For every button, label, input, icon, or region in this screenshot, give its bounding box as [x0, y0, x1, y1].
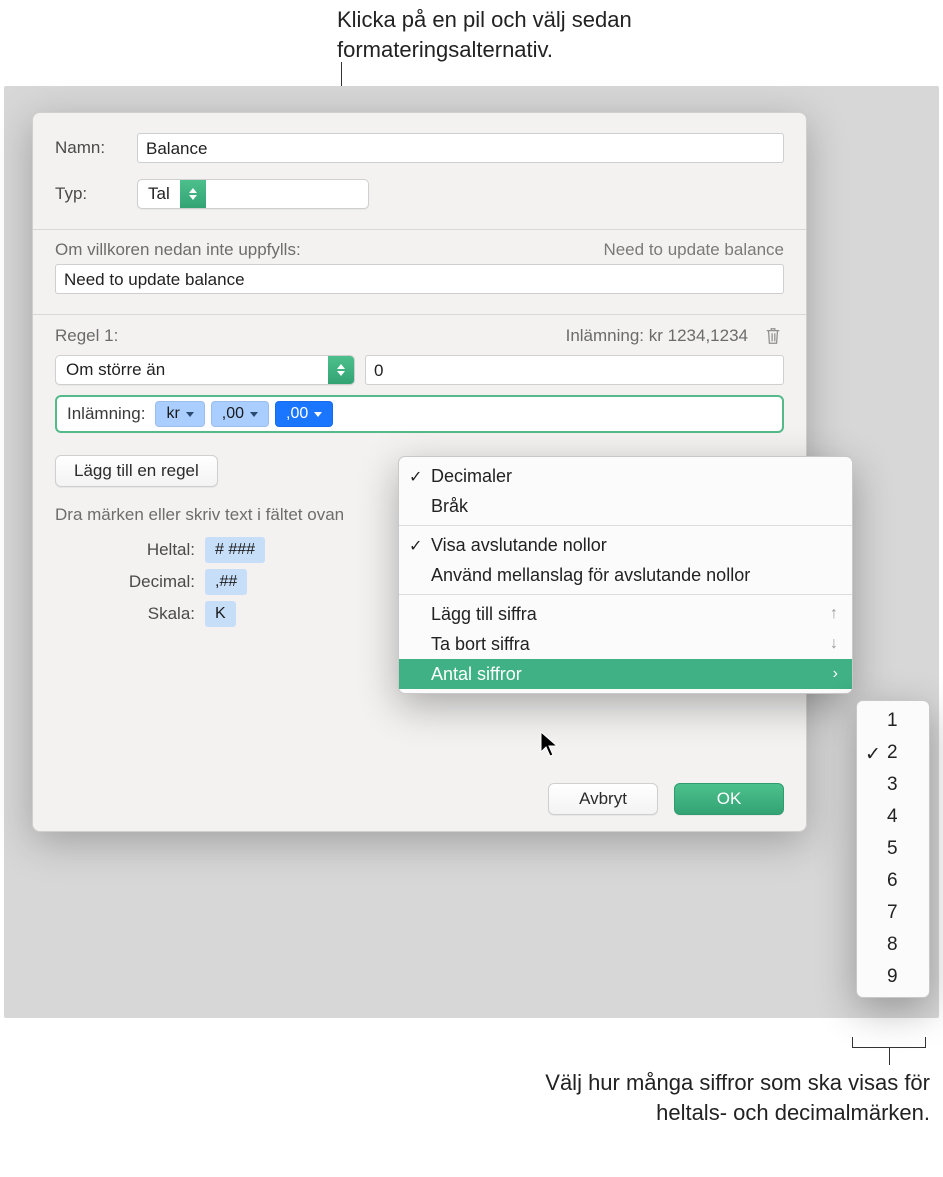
menu-item-ta-bort-siffra[interactable]: Ta bort siffra ↓ — [399, 629, 852, 659]
submenu-item-7[interactable]: 7 — [857, 897, 929, 929]
rule-operator-select[interactable]: Om större än — [55, 355, 355, 385]
check-icon: ✓ — [409, 536, 422, 556]
decimal-token[interactable]: ,00 — [211, 401, 269, 427]
check-icon: ✓ — [409, 467, 422, 487]
menu-item-label: Decimaler — [431, 466, 512, 487]
heltal-label: Heltal: — [55, 540, 195, 560]
skala-token[interactable]: K — [205, 601, 236, 627]
heltal-token[interactable]: # ### — [205, 537, 265, 563]
decimal-label: Decimal: — [55, 572, 195, 592]
submenu-item-label: 9 — [887, 966, 898, 988]
name-label: Namn: — [55, 138, 137, 158]
cancel-button[interactable]: Avbryt — [548, 783, 658, 815]
submenu-item-label: 8 — [887, 934, 898, 956]
condition-input[interactable]: Need to update balance — [55, 264, 784, 294]
name-input[interactable]: Balance — [137, 133, 784, 163]
submenu-item-3[interactable]: 3 — [857, 769, 929, 801]
format-context-menu: ✓ Decimaler Bråk ✓ Visa avslutande nollo… — [398, 456, 853, 694]
rule1-label: Regel 1: — [55, 326, 118, 346]
arrow-up-icon: ↑ — [830, 605, 838, 623]
type-label: Typ: — [55, 184, 137, 204]
type-select[interactable]: Tal — [137, 179, 369, 209]
submenu-item-8[interactable]: 8 — [857, 929, 929, 961]
row-type: Typ: Tal — [33, 173, 806, 215]
rule1-preview: Inlämning: kr 1234,1234 — [566, 326, 748, 346]
submenu-item-label: 4 — [887, 806, 898, 828]
submenu-item-label: 6 — [887, 870, 898, 892]
digit-count-submenu: 1✓23456789 — [856, 700, 930, 998]
submenu-item-6[interactable]: 6 — [857, 865, 929, 897]
arrow-down-icon: ↓ — [830, 635, 838, 653]
submenu-item-label: 5 — [887, 838, 898, 860]
menu-item-label: Visa avslutande nollor — [431, 535, 607, 556]
decimal-token-palette[interactable]: ,## — [205, 569, 247, 595]
desktop-bg: Namn: Balance Typ: Tal Om villkoren neda… — [4, 86, 939, 1018]
rule-operator-value: Om större än — [56, 356, 328, 384]
submenu-item-label: 3 — [887, 774, 898, 796]
submenu-item-5[interactable]: 5 — [857, 833, 929, 865]
menu-item-mellanslag-nollor[interactable]: Använd mellanslag för avslutande nollor — [399, 560, 852, 590]
annotation-bottom: Välj hur många siffror som ska visas för… — [530, 1068, 930, 1127]
submenu-item-9[interactable]: 9 — [857, 961, 929, 993]
menu-item-decimaler[interactable]: ✓ Decimaler — [399, 461, 852, 491]
menu-item-brak[interactable]: Bråk — [399, 491, 852, 521]
menu-item-label: Antal siffror — [431, 664, 522, 685]
decimal-token-active[interactable]: ,00 — [275, 401, 333, 427]
menu-separator — [399, 594, 852, 595]
condition-preview: Need to update balance — [603, 240, 784, 260]
condition-label: Om villkoren nedan inte uppfylls: — [55, 240, 301, 260]
currency-token[interactable]: kr — [155, 401, 204, 427]
submenu-item-label: 7 — [887, 902, 898, 924]
stepper-icon — [328, 356, 354, 384]
menu-item-label: Ta bort siffra — [431, 634, 530, 655]
annotation-top: Klicka på en pil och välj sedan formater… — [337, 5, 757, 64]
add-rule-button[interactable]: Lägg till en regel — [55, 455, 218, 487]
submenu-item-1[interactable]: 1 — [857, 705, 929, 737]
chevron-right-icon: › — [833, 665, 838, 683]
check-icon: ✓ — [865, 743, 881, 766]
menu-item-antal-siffror[interactable]: Antal siffror › — [399, 659, 852, 689]
trash-icon[interactable] — [762, 325, 784, 347]
skala-label: Skala: — [55, 604, 195, 624]
row-name: Namn: Balance — [33, 127, 806, 169]
menu-separator — [399, 525, 852, 526]
rule-value-input[interactable]: 0 — [365, 355, 784, 385]
submenu-item-4[interactable]: 4 — [857, 801, 929, 833]
menu-item-label: Lägg till siffra — [431, 604, 537, 625]
menu-item-label: Bråk — [431, 496, 468, 517]
type-select-value: Tal — [138, 180, 180, 208]
stepper-icon — [180, 180, 206, 208]
menu-item-visa-nollor[interactable]: ✓ Visa avslutande nollor — [399, 530, 852, 560]
divider — [33, 229, 806, 230]
divider — [33, 314, 806, 315]
bracket-icon — [852, 1037, 926, 1053]
ok-button[interactable]: OK — [674, 783, 784, 815]
condition-header: Om villkoren nedan inte uppfylls: Need t… — [33, 240, 806, 260]
submenu-item-label: 2 — [887, 742, 898, 764]
menu-item-lagg-till-siffra[interactable]: Lägg till siffra ↑ — [399, 599, 852, 629]
menu-item-label: Använd mellanslag för avslutande nollor — [431, 565, 750, 586]
submenu-item-label: 1 — [887, 710, 898, 732]
submenu-item-2[interactable]: ✓2 — [857, 737, 929, 769]
format-field[interactable]: Inlämning: kr ,00 ,00 — [55, 395, 784, 433]
format-field-label: Inlämning: — [63, 404, 149, 424]
